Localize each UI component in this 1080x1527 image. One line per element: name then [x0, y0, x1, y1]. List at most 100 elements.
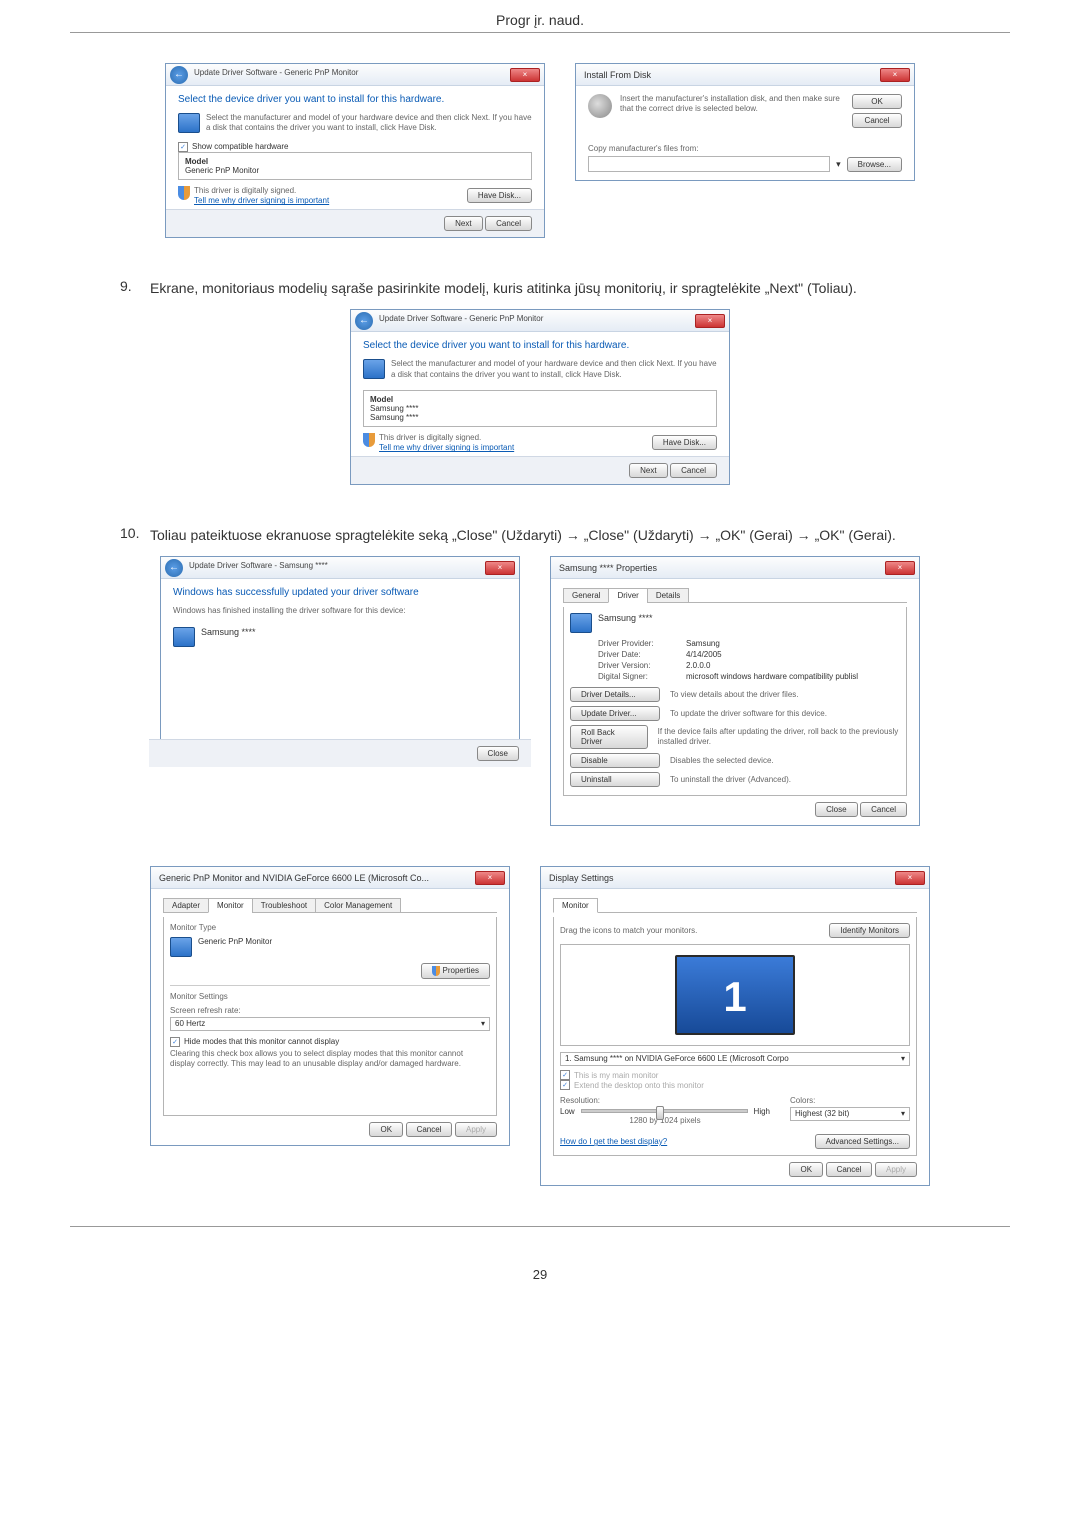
- title: Samsung **** Properties: [559, 563, 657, 573]
- extend-label: Extend the desktop onto this monitor: [574, 1081, 704, 1090]
- high-label: High: [754, 1107, 770, 1116]
- next-button[interactable]: Next: [444, 216, 482, 231]
- tab-monitor[interactable]: Monitor: [208, 898, 253, 913]
- cancel-button[interactable]: Cancel: [485, 216, 532, 231]
- tab-color[interactable]: Color Management: [315, 898, 401, 913]
- have-disk-button[interactable]: Have Disk...: [652, 435, 717, 450]
- uninstall-button[interactable]: Uninstall: [570, 772, 660, 787]
- close-icon[interactable]: ×: [475, 871, 505, 885]
- desc: Select the manufacturer and model of you…: [391, 359, 717, 380]
- date-label: Driver Date:: [598, 650, 678, 659]
- close-icon[interactable]: ×: [880, 68, 910, 82]
- tab-troubleshoot[interactable]: Troubleshoot: [252, 898, 316, 913]
- back-icon[interactable]: ←: [355, 312, 373, 330]
- close-icon[interactable]: ×: [895, 871, 925, 885]
- tab-driver[interactable]: Driver: [608, 588, 647, 603]
- close-icon[interactable]: ×: [510, 68, 540, 82]
- disable-button[interactable]: Disable: [570, 753, 660, 768]
- update-driver-desc: To update the driver software for this d…: [670, 709, 827, 719]
- update-driver-button[interactable]: Update Driver...: [570, 706, 660, 721]
- step-9: 9. Ekrane, monitoriaus modelių sąraše pa…: [120, 278, 960, 299]
- ok-button[interactable]: OK: [789, 1162, 823, 1177]
- cancel-button[interactable]: Cancel: [826, 1162, 873, 1177]
- shield-icon: [178, 186, 190, 200]
- cancel-button[interactable]: Cancel: [406, 1122, 453, 1137]
- model-list[interactable]: Model Generic PnP Monitor: [178, 152, 532, 180]
- cancel-button[interactable]: Cancel: [852, 113, 902, 128]
- properties-button[interactable]: Properties: [421, 963, 490, 979]
- tab-adapter[interactable]: Adapter: [163, 898, 209, 913]
- close-button[interactable]: Close: [815, 802, 857, 817]
- colors-select[interactable]: Highest (32 bit) ▾: [790, 1107, 910, 1121]
- browse-button[interactable]: Browse...: [847, 157, 902, 172]
- apply-button[interactable]: Apply: [875, 1162, 917, 1177]
- hide-modes-checkbox[interactable]: ✓: [170, 1037, 180, 1047]
- signed-link[interactable]: Tell me why driver signing is important: [379, 443, 514, 452]
- hide-desc: Clearing this check box allows you to se…: [170, 1049, 490, 1070]
- monitor-settings-fs: Monitor Settings: [170, 992, 490, 1002]
- desc: Windows has finished installing the driv…: [173, 606, 507, 616]
- tab-monitor[interactable]: Monitor: [553, 898, 598, 913]
- page-header: Progr įr. naud.: [70, 0, 1010, 33]
- shield-icon: [363, 433, 375, 447]
- identify-button[interactable]: Identify Monitors: [829, 923, 910, 938]
- ok-button[interactable]: OK: [369, 1122, 403, 1137]
- chevron-down-icon: ▾: [481, 1019, 485, 1029]
- prompt: Insert the manufacturer's installation d…: [620, 94, 844, 115]
- back-icon[interactable]: ←: [165, 559, 183, 577]
- list-item[interactable]: Samsung ****: [370, 404, 710, 413]
- compat-label: Show compatible hardware: [192, 142, 289, 151]
- close-icon[interactable]: ×: [485, 561, 515, 575]
- signer-label: Digital Signer:: [598, 672, 678, 681]
- copy-from-label: Copy manufacturer's files from:: [588, 144, 902, 154]
- monitor-icon: [170, 937, 192, 957]
- dlg-properties: Samsung **** Properties × General Driver…: [550, 556, 920, 826]
- monitor-icon: [178, 113, 200, 133]
- apply-button[interactable]: Apply: [455, 1122, 497, 1137]
- dlg-display-settings: Display Settings × Monitor Drag the icon…: [540, 866, 930, 1186]
- heading: Windows has successfully updated your dr…: [173, 587, 507, 598]
- signed-text: This driver is digitally signed.: [194, 186, 329, 196]
- have-disk-button[interactable]: Have Disk...: [467, 188, 532, 203]
- help-link[interactable]: How do I get the best display?: [560, 1137, 667, 1146]
- title: Install From Disk: [584, 70, 651, 80]
- step-10: 10. Toliau pateiktuose ekranuose spragte…: [120, 525, 960, 546]
- close-icon[interactable]: ×: [695, 314, 725, 328]
- disk-icon: [588, 94, 612, 118]
- advanced-button[interactable]: Advanced Settings...: [815, 1134, 910, 1149]
- rollback-desc: If the device fails after updating the d…: [658, 727, 900, 748]
- dlg-select-samsung: ← Update Driver Software - Generic PnP M…: [350, 309, 730, 485]
- main-monitor-checkbox[interactable]: ✓: [560, 1070, 570, 1080]
- resolution-slider[interactable]: [581, 1109, 748, 1113]
- display-select[interactable]: 1. Samsung **** on NVIDIA GeForce 6600 L…: [560, 1052, 910, 1066]
- list-item[interactable]: Samsung ****: [370, 413, 710, 422]
- monitor-icon: [173, 627, 195, 647]
- monitor-preview[interactable]: 1: [675, 955, 795, 1035]
- close-icon[interactable]: ×: [885, 561, 915, 575]
- monitor-icon: [363, 359, 385, 379]
- rollback-button[interactable]: Roll Back Driver: [570, 725, 648, 749]
- breadcrumb: Update Driver Software - Generic PnP Mon…: [379, 314, 543, 323]
- driver-details-button[interactable]: Driver Details...: [570, 687, 660, 702]
- compat-checkbox[interactable]: ✓: [178, 142, 188, 152]
- tab-general[interactable]: General: [563, 588, 609, 603]
- extend-checkbox[interactable]: ✓: [560, 1080, 570, 1090]
- ok-button[interactable]: OK: [852, 94, 902, 109]
- monitor-type-fs: Monitor Type: [170, 923, 490, 933]
- next-button[interactable]: Next: [629, 463, 667, 478]
- back-icon[interactable]: ←: [170, 66, 188, 84]
- low-label: Low: [560, 1107, 575, 1116]
- path-input[interactable]: [588, 156, 830, 172]
- cancel-button[interactable]: Cancel: [670, 463, 717, 478]
- signed-link[interactable]: Tell me why driver signing is important: [194, 196, 329, 205]
- shield-icon: [432, 966, 440, 976]
- close-button[interactable]: Close: [477, 746, 519, 761]
- heading: Select the device driver you want to ins…: [178, 94, 532, 105]
- model-list[interactable]: Model Samsung **** Samsung ****: [363, 390, 717, 427]
- cancel-button[interactable]: Cancel: [860, 802, 907, 817]
- dropdown-arrow-icon[interactable]: ▾: [836, 159, 841, 170]
- list-item[interactable]: Generic PnP Monitor: [185, 166, 525, 175]
- driver-details-desc: To view details about the driver files.: [670, 690, 799, 700]
- tab-details[interactable]: Details: [647, 588, 689, 603]
- refresh-select[interactable]: 60 Hertz ▾: [170, 1017, 490, 1031]
